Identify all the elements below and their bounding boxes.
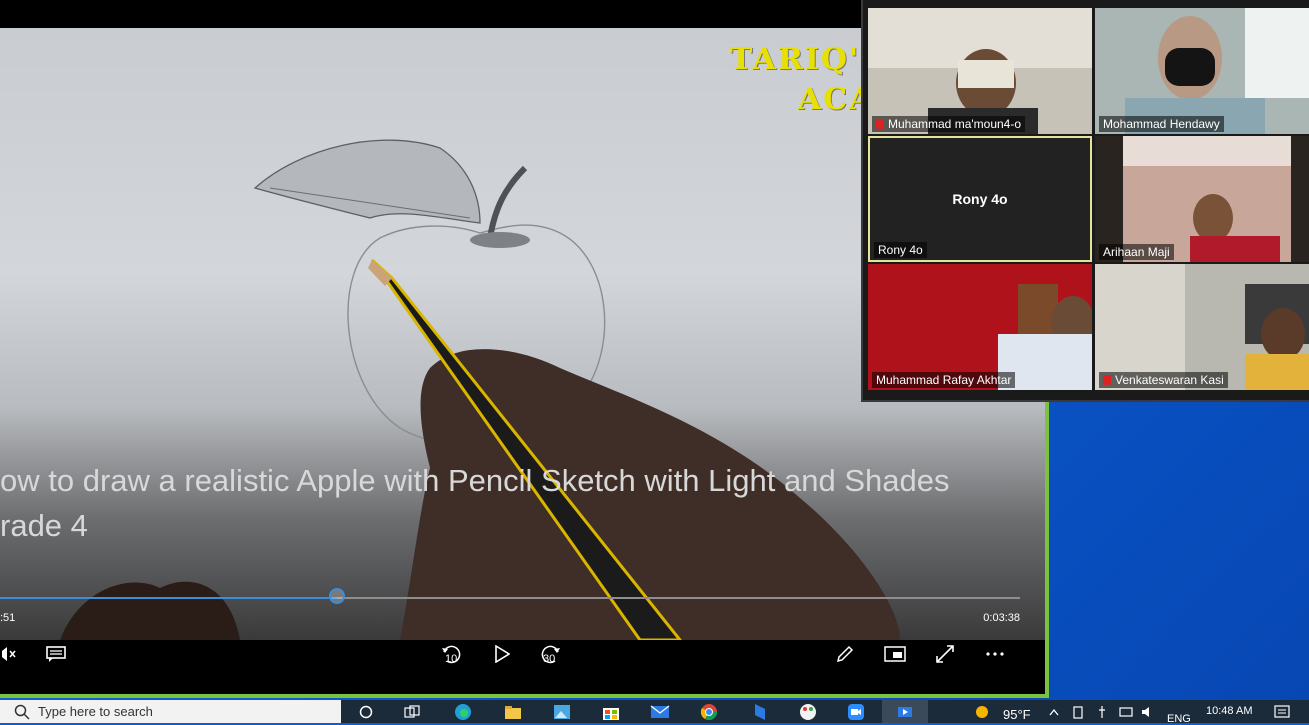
weather-icon[interactable]	[972, 700, 992, 723]
pen-icon[interactable]	[832, 640, 858, 668]
participant-tile-active-speaker[interactable]: Rony 4o Rony 4o	[868, 136, 1092, 262]
seek-bar-progress	[0, 597, 337, 599]
system-clock[interactable]: 10:48 AM	[1206, 705, 1252, 717]
rewind-10-label: 10	[445, 653, 458, 665]
paint-app-icon[interactable]	[796, 700, 820, 723]
captions-icon[interactable]	[44, 640, 68, 668]
zoom-gallery-view: Muhammad ma'moun4-o Mohammad Hendawy Ron…	[861, 0, 1309, 402]
cortana-icon[interactable]	[355, 700, 377, 723]
participant-tile[interactable]: Muhammad ma'moun4-o	[868, 8, 1092, 134]
muted-mic-icon	[876, 119, 884, 129]
notifications-icon[interactable]	[1272, 700, 1292, 723]
windows-taskbar: Type here to search 95°F ENG 10:48 AM	[0, 700, 1309, 725]
zoom-app-icon[interactable]	[844, 700, 868, 723]
network-icon[interactable]	[1118, 700, 1134, 723]
taskbar-search-box[interactable]: Type here to search	[0, 700, 341, 723]
battery-icon[interactable]	[1070, 700, 1086, 723]
muted-mic-icon	[1103, 375, 1111, 385]
rewind-10-button[interactable]: 10	[438, 640, 464, 668]
participant-tile[interactable]: Venkateswaran Kasi	[1095, 264, 1309, 390]
file-explorer-icon[interactable]	[501, 700, 525, 723]
total-time: 0:03:38	[983, 612, 1020, 624]
search-placeholder: Type here to search	[38, 704, 153, 719]
forward-30-button[interactable]: 30	[538, 640, 564, 668]
participant-name: Venkateswaran Kasi	[1115, 373, 1224, 387]
participant-tile[interactable]: Arihaan Maji	[1095, 136, 1309, 262]
video-title-line2: rade 4	[0, 508, 88, 543]
fullscreen-icon[interactable]	[932, 640, 958, 668]
elapsed-time: :51	[0, 612, 16, 624]
usb-icon[interactable]	[1094, 700, 1110, 723]
participant-name: Rony 4o	[878, 243, 923, 257]
chevron-up-icon[interactable]	[1046, 700, 1062, 723]
player-controls: 10 30	[0, 640, 1045, 694]
mini-view-icon[interactable]	[882, 640, 908, 668]
seek-bar[interactable]	[0, 588, 1020, 604]
photos-app-icon[interactable]	[550, 700, 574, 723]
stem-sketch	[487, 165, 528, 239]
chrome-browser-icon[interactable]	[697, 700, 721, 723]
edge-browser-icon[interactable]	[451, 700, 475, 723]
volume-icon[interactable]	[1140, 700, 1156, 723]
store-app-icon[interactable]	[599, 700, 623, 723]
leaf-sketch	[253, 139, 481, 224]
seek-bar-thumb[interactable]	[328, 588, 345, 604]
mail-app-icon[interactable]	[648, 700, 672, 723]
forward-30-label: 30	[543, 653, 556, 665]
participant-tile[interactable]: Mohammad Hendawy	[1095, 8, 1309, 134]
input-language[interactable]: ENG	[1167, 713, 1191, 725]
participant-name: Muhammad Rafay Akhtar	[876, 373, 1012, 387]
search-icon	[14, 704, 30, 720]
more-options-icon[interactable]	[982, 640, 1008, 668]
weather-temperature[interactable]: 95°F	[1003, 707, 1031, 722]
movies-tv-app-icon[interactable]	[882, 700, 928, 723]
video-caption-title: ow to draw a realistic Apple with Pencil…	[0, 458, 949, 548]
media-app-icon[interactable]	[748, 700, 772, 723]
participant-name: Arihaan Maji	[1103, 245, 1170, 259]
participant-name: Mohammad Hendawy	[1103, 117, 1220, 131]
participant-name: Muhammad ma'moun4-o	[888, 117, 1022, 131]
play-button[interactable]	[490, 640, 514, 668]
participant-tile[interactable]: Muhammad Rafay Akhtar	[868, 264, 1092, 390]
task-view-icon[interactable]	[401, 700, 423, 723]
video-title-line1: ow to draw a realistic Apple with Pencil…	[0, 463, 950, 498]
speaker-mute-icon[interactable]	[0, 640, 20, 668]
